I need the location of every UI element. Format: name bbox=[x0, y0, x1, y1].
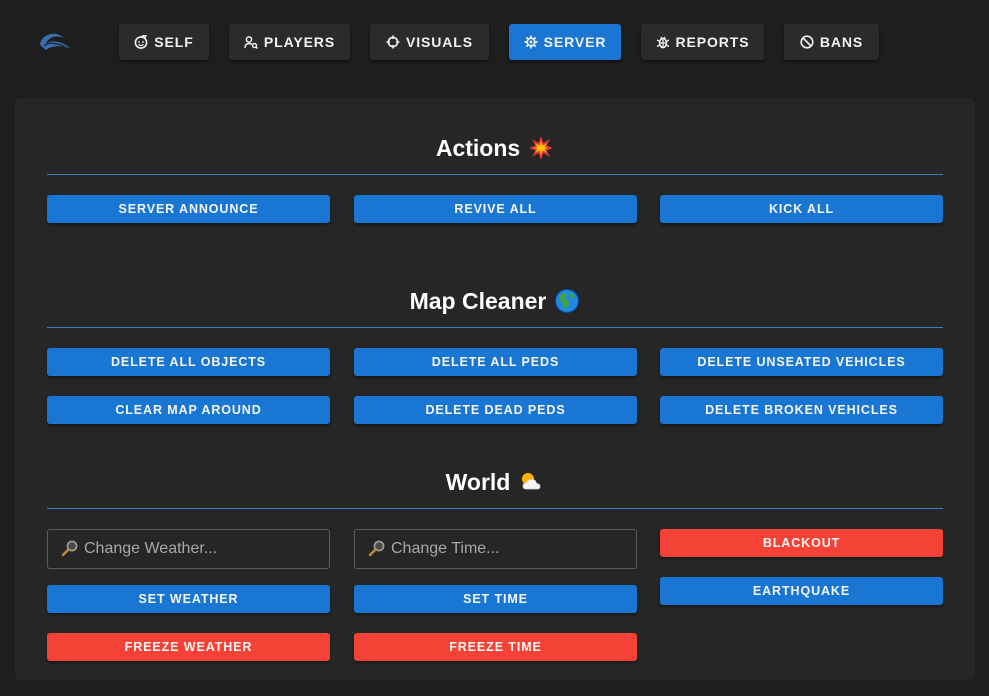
delete-broken-vehicles-button[interactable]: DELETE BROKEN VEHICLES bbox=[660, 396, 943, 424]
tab-reports[interactable]: REPORTS bbox=[641, 24, 764, 60]
set-time-button[interactable]: SET TIME bbox=[354, 585, 637, 613]
delete-unseated-vehicles-button[interactable]: DELETE UNSEATED VEHICLES bbox=[660, 348, 943, 376]
search-icon bbox=[60, 539, 80, 559]
tab-label: SERVER bbox=[543, 34, 607, 50]
tab-bans[interactable]: BANS bbox=[784, 24, 879, 60]
bug-icon bbox=[656, 35, 670, 49]
freeze-weather-button[interactable]: FREEZE WEATHER bbox=[47, 633, 330, 661]
delete-all-objects-button[interactable]: DELETE ALL OBJECTS bbox=[47, 348, 330, 376]
weather-field[interactable] bbox=[47, 529, 330, 569]
section-divider bbox=[47, 508, 943, 509]
tab-label: PLAYERS bbox=[263, 34, 336, 50]
weather-input[interactable] bbox=[84, 540, 324, 558]
ban-icon bbox=[800, 35, 814, 49]
top-navigation: SELF PLAYERS VISUALS SERVER REPORTS BANS bbox=[0, 0, 989, 84]
tab-self[interactable]: SELF bbox=[119, 24, 209, 60]
tab-label: REPORTS bbox=[675, 34, 750, 50]
section-title-actions: Actions bbox=[47, 132, 943, 164]
kick-all-button[interactable]: KICK ALL bbox=[660, 195, 943, 223]
search-icon bbox=[367, 539, 387, 559]
server-announce-button[interactable]: SERVER ANNOUNCE bbox=[47, 195, 330, 223]
earthquake-button[interactable]: EARTHQUAKE bbox=[660, 577, 943, 605]
section-divider bbox=[47, 327, 943, 328]
section-title-world: World bbox=[47, 466, 943, 498]
players-icon bbox=[244, 35, 258, 49]
tab-players[interactable]: PLAYERS bbox=[229, 24, 350, 60]
collision-emoji-icon bbox=[528, 135, 554, 161]
section-title-text: Map Cleaner bbox=[409, 287, 547, 314]
delete-dead-peds-button[interactable]: DELETE DEAD PEDS bbox=[354, 396, 637, 424]
blackout-button[interactable]: BLACKOUT bbox=[660, 529, 943, 557]
section-title-text: World bbox=[445, 468, 511, 495]
delete-all-peds-button[interactable]: DELETE ALL PEDS bbox=[354, 348, 637, 376]
section-divider bbox=[47, 174, 943, 175]
revive-all-button[interactable]: REVIVE ALL bbox=[354, 195, 637, 223]
time-field[interactable] bbox=[354, 529, 637, 569]
logo-icon bbox=[38, 30, 74, 54]
clear-map-around-button[interactable]: CLEAR MAP AROUND bbox=[47, 396, 330, 424]
crosshair-icon bbox=[386, 35, 400, 49]
sun-behind-cloud-emoji-icon bbox=[518, 469, 544, 495]
tab-label: SELF bbox=[154, 34, 194, 50]
face-icon bbox=[134, 35, 148, 49]
tab-server[interactable]: SERVER bbox=[509, 24, 621, 60]
gear-icon bbox=[524, 35, 538, 49]
tab-visuals[interactable]: VISUALS bbox=[370, 24, 489, 60]
globe-emoji-icon bbox=[554, 288, 580, 314]
section-title-text: Actions bbox=[435, 134, 521, 161]
section-title-map-cleaner: Map Cleaner bbox=[47, 285, 943, 317]
server-panel: Actions SERVER ANNOUNCE REVIVE ALL KICK … bbox=[15, 98, 975, 680]
freeze-time-button[interactable]: FREEZE TIME bbox=[354, 633, 637, 661]
tab-label: BANS bbox=[819, 34, 864, 50]
time-input[interactable] bbox=[391, 540, 631, 558]
tab-label: VISUALS bbox=[406, 34, 473, 50]
set-weather-button[interactable]: SET WEATHER bbox=[47, 585, 330, 613]
